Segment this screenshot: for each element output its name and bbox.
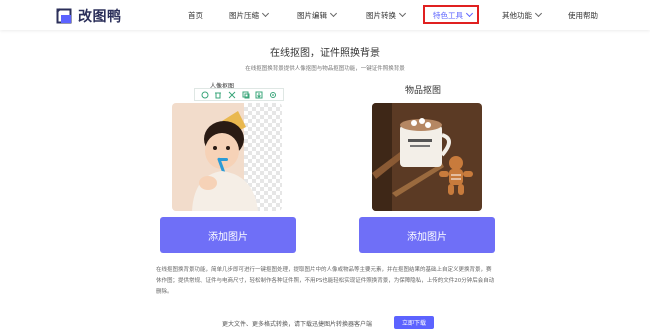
chevron-down-icon	[329, 9, 338, 18]
highlight-box	[423, 5, 479, 24]
nav-item-image-edit[interactable]: 图片编辑	[297, 9, 338, 21]
nav-item-help[interactable]: 使用帮助	[568, 10, 598, 21]
nav-label: 图片转换	[366, 11, 396, 20]
page-subtitle: 在线抠图换背景提供人像抠图与物品抠图功能，一键证件照换背景	[245, 66, 405, 72]
nav-label: 图片压缩	[229, 11, 259, 20]
top-navigation-bar: 改图鸭 首页 图片压缩 图片编辑 图片转换 特色工具 其他功能 使用帮助	[0, 0, 650, 30]
chevron-down-icon	[261, 9, 270, 18]
mug-cookie-photo	[372, 103, 482, 211]
nav-item-other-features[interactable]: 其他功能	[502, 9, 543, 21]
download-now-button[interactable]: 立即下载	[394, 316, 434, 329]
nav-item-image-compress[interactable]: 图片压缩	[229, 9, 270, 21]
chevron-down-icon	[398, 9, 407, 18]
settings-icon[interactable]	[269, 90, 278, 99]
chevron-down-icon	[534, 9, 543, 18]
trash-icon[interactable]	[214, 90, 223, 99]
logo-icon	[56, 8, 72, 24]
layers-icon[interactable]	[200, 90, 209, 99]
brand-name: 改图鸭	[78, 9, 122, 25]
page-title: 在线抠图，证件照换背景	[270, 48, 380, 59]
add-portrait-image-button[interactable]: 添加图片	[160, 217, 296, 253]
nav-label: 图片编辑	[297, 11, 327, 20]
nav-label: 首页	[188, 11, 203, 20]
child-photo	[172, 103, 258, 211]
crop-icon[interactable]	[228, 90, 237, 99]
image-toolbar	[194, 88, 284, 101]
object-cutout-label: 物品抠图	[405, 86, 442, 96]
nav-label: 使用帮助	[568, 11, 598, 20]
client-promo-text: 更大文件、更多格式转换，请下载迅捷图片转换器客户端	[222, 321, 373, 328]
nav-item-home[interactable]: 首页	[188, 10, 203, 21]
brand-logo[interactable]: 改图鸭	[56, 6, 122, 26]
copy-icon[interactable]	[241, 90, 250, 99]
nav-item-image-convert[interactable]: 图片转换	[366, 9, 407, 21]
portrait-sample-image	[172, 103, 282, 211]
feature-description: 在线抠图换背景功能，简单几步即可进行一键抠图处理，提取图片中的人像或物品等主要元…	[156, 267, 495, 295]
nav-label: 其他功能	[502, 11, 532, 20]
add-object-image-button[interactable]: 添加图片	[359, 217, 495, 253]
download-icon[interactable]	[255, 90, 264, 99]
object-sample-image	[372, 103, 482, 211]
